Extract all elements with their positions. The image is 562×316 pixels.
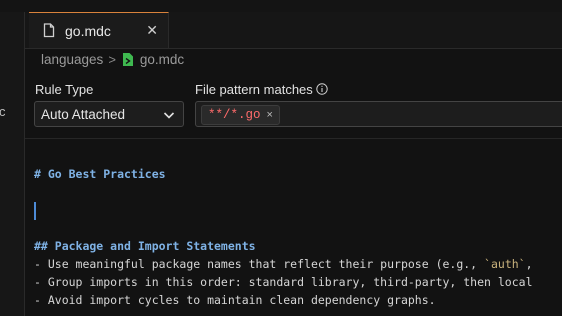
close-icon[interactable]: ✕: [146, 22, 158, 39]
chevron-down-icon: [163, 108, 175, 126]
markdown-editor[interactable]: # Go Best Practices ## Package and Impor…: [25, 139, 562, 316]
file-pattern-label: File pattern matches: [195, 82, 313, 97]
side-panel-text: c: [0, 104, 6, 119]
breadcrumb-folder[interactable]: languages: [41, 52, 103, 67]
rule-type-select[interactable]: Auto Attached: [34, 101, 184, 127]
pattern-chip: **/*.go ×: [201, 105, 280, 125]
bullet-1-code: `auth`: [484, 257, 526, 271]
breadcrumb-file[interactable]: go.mdc: [140, 52, 184, 67]
editor-heading-2: ## Package and Import Statements: [34, 239, 256, 253]
mdc-file-icon: [122, 52, 134, 67]
text-cursor: [34, 202, 36, 220]
bullet-1-text: - Use meaningful package names that refl…: [34, 257, 485, 271]
tab-go-mdc[interactable]: go.mdc ✕: [29, 12, 169, 48]
file-pattern-input[interactable]: **/*.go ×: [195, 101, 562, 127]
rule-type-value: Auto Attached: [41, 106, 126, 122]
tab-label: go.mdc: [65, 22, 111, 39]
breadcrumb-separator: >: [108, 51, 116, 67]
info-icon[interactable]: [316, 82, 328, 95]
breadcrumb: languages > go.mdc: [41, 51, 184, 67]
editor-line-bullet-1: - Use meaningful package names that refl…: [34, 257, 533, 271]
bullet-1-tail: ,: [525, 257, 533, 271]
pattern-chip-text: **/*.go: [208, 108, 261, 122]
file-icon: [43, 23, 57, 39]
side-panel: c: [0, 12, 25, 316]
rule-type-label: Rule Type: [35, 82, 94, 97]
tab-bar: go.mdc ✕: [25, 12, 562, 49]
remove-chip-icon[interactable]: ×: [267, 109, 273, 121]
editor-line-bullet-3: - Avoid import cycles to maintain clean …: [34, 293, 436, 307]
editor-heading-1: # Go Best Practices: [34, 167, 166, 181]
editor-line-bullet-2: - Group imports in this order: standard …: [34, 275, 533, 289]
